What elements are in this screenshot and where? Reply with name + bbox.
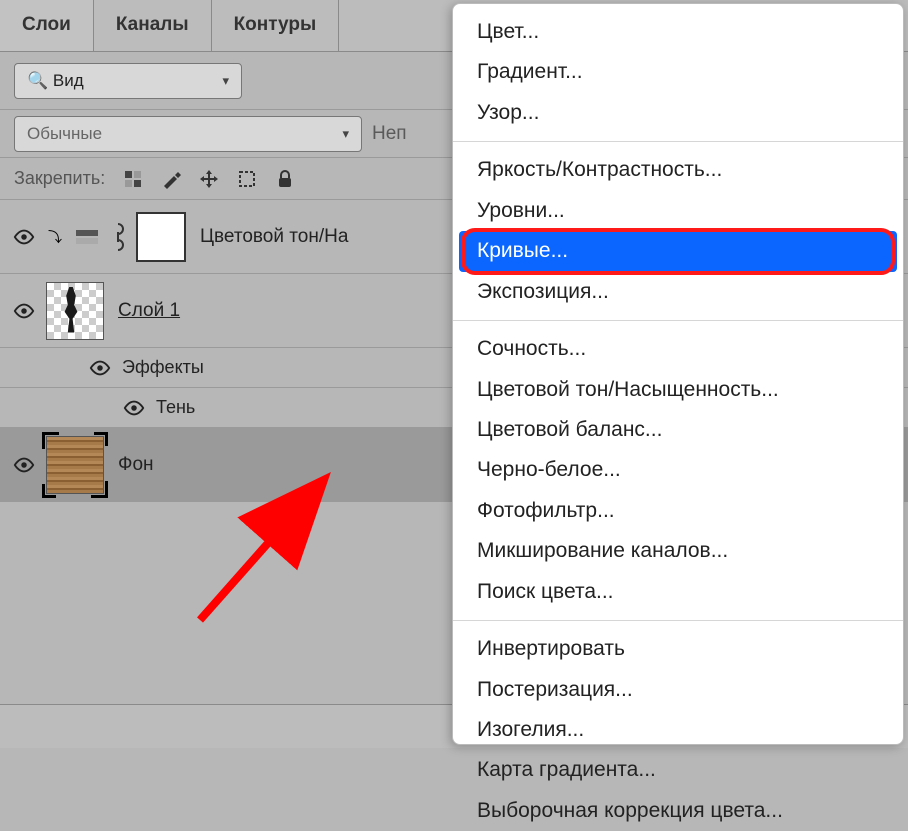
lock-artboard-icon[interactable] xyxy=(237,169,257,189)
chevron-down-icon: ▾ xyxy=(222,73,229,89)
hue-sat-icon xyxy=(74,224,100,250)
menu-separator xyxy=(453,320,903,321)
menu-item[interactable]: Поиск цвета... xyxy=(453,572,903,612)
menu-item[interactable]: Градиент... xyxy=(453,52,903,92)
mask-thumbnail[interactable] xyxy=(136,212,186,262)
menu-item[interactable]: Кривые... xyxy=(459,231,897,271)
menu-item[interactable]: Сочность... xyxy=(453,329,903,369)
menu-separator xyxy=(453,620,903,621)
tab-paths[interactable]: Контуры xyxy=(212,0,340,51)
adjustment-context-menu: Цвет...Градиент...Узор... Яркость/Контрас… xyxy=(452,3,904,745)
lock-pixels-icon[interactable] xyxy=(123,169,143,189)
lock-move-icon[interactable] xyxy=(199,169,219,189)
blend-mode-dropdown[interactable]: Обычные ▾ xyxy=(14,116,362,152)
visibility-toggle[interactable] xyxy=(10,226,38,248)
menu-item[interactable]: Инвертировать xyxy=(453,629,903,669)
menu-item[interactable]: Уровни... xyxy=(453,191,903,231)
clip-indicator-icon: ⤵ xyxy=(44,227,66,247)
blend-mode-value: Обычные xyxy=(27,124,102,144)
layer-name[interactable]: Цветовой тон/На xyxy=(200,226,348,248)
visibility-toggle[interactable] xyxy=(10,454,38,476)
menu-item[interactable]: Экспозиция... xyxy=(453,272,903,312)
lock-label: Закрепить: xyxy=(14,168,105,189)
link-icon xyxy=(108,222,128,252)
lock-all-icon[interactable] xyxy=(275,169,295,189)
menu-item[interactable]: Карта градиента... xyxy=(453,750,903,790)
layer-name[interactable]: Фон xyxy=(118,454,154,476)
visibility-toggle[interactable] xyxy=(10,300,38,322)
menu-item[interactable]: Яркость/Контрастность... xyxy=(453,150,903,190)
effect-shadow-label: Тень xyxy=(156,397,195,418)
menu-item[interactable]: Фотофильтр... xyxy=(453,491,903,531)
menu-item[interactable]: Выборочная коррекция цвета... xyxy=(453,791,903,831)
menu-item[interactable]: Узор... xyxy=(453,93,903,133)
layer-thumbnail[interactable] xyxy=(46,436,104,494)
menu-item[interactable]: Цвет... xyxy=(453,12,903,52)
lock-brush-icon[interactable] xyxy=(161,169,181,189)
menu-item[interactable]: Микширование каналов... xyxy=(453,531,903,571)
layer-name[interactable]: Слой 1 xyxy=(118,300,180,322)
effects-label: Эффекты xyxy=(122,357,204,378)
tab-layers[interactable]: Слои xyxy=(0,0,94,51)
menu-separator xyxy=(453,141,903,142)
chevron-down-icon: ▾ xyxy=(342,126,349,142)
visibility-toggle[interactable] xyxy=(86,357,114,379)
menu-item[interactable]: Цветовой тон/Насыщенность... xyxy=(453,370,903,410)
menu-item[interactable]: Изогелия... xyxy=(453,710,903,750)
menu-item[interactable]: Черно-белое... xyxy=(453,450,903,490)
kind-dropdown[interactable]: 🔍 Вид ▾ xyxy=(14,63,242,99)
menu-item[interactable]: Цветовой баланс... xyxy=(453,410,903,450)
menu-item[interactable]: Постеризация... xyxy=(453,670,903,710)
tab-channels[interactable]: Каналы xyxy=(94,0,212,51)
layer-thumbnail[interactable] xyxy=(46,282,104,340)
visibility-toggle[interactable] xyxy=(120,397,148,419)
kind-label: Вид xyxy=(53,71,84,90)
opacity-label: Неп xyxy=(372,123,407,145)
